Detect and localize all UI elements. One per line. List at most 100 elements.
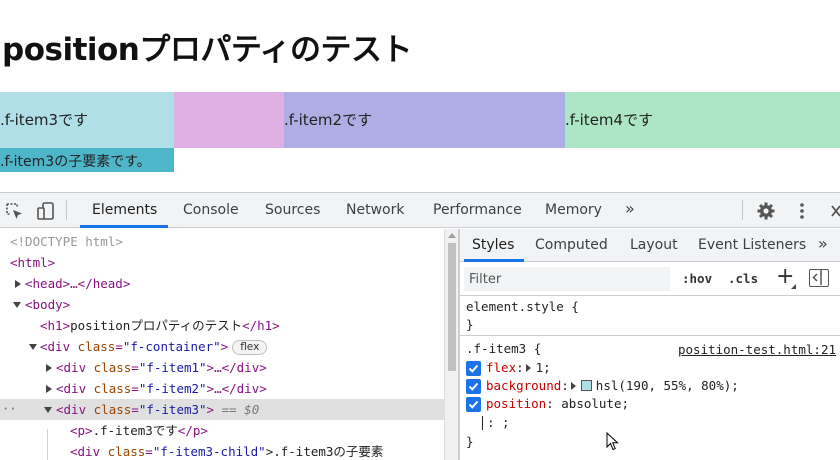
color-swatch-icon[interactable] [580, 380, 592, 391]
inspect-element-icon[interactable] [4, 201, 24, 221]
flex-item-3: .f-item3です [0, 92, 174, 148]
tab-event-listeners[interactable]: Event Listeners [698, 229, 806, 262]
flex-container: .f-item3です .f-item2です .f-item4です [0, 92, 840, 148]
attr-value: "f-item2" [138, 381, 207, 396]
p-open-tag: <p> [70, 423, 93, 438]
device-toolbar-icon[interactable] [36, 201, 56, 221]
expand-shorthand-icon[interactable] [525, 364, 531, 372]
h1-open-tag: <h1> [40, 318, 71, 333]
dom-node-p[interactable]: <p>.f-item3です</p> [0, 420, 444, 441]
element-style-rule: element.style { } [460, 296, 840, 336]
tab-elements[interactable]: Elements [92, 193, 157, 228]
attr-name: class [107, 444, 146, 459]
declaration-checkbox[interactable] [466, 397, 481, 412]
expand-shorthand-icon[interactable] [570, 382, 576, 390]
more-tabs-button[interactable]: » [625, 193, 635, 228]
div-tag: <div [70, 444, 101, 459]
collapse-arrow-icon[interactable] [29, 344, 37, 350]
child-text: >.f-item3の子要素 [265, 444, 384, 459]
attr-value: "f-item3-child" [152, 444, 266, 459]
dom-node-f-item1[interactable]: <div class="f-item1">…</div> [0, 357, 444, 378]
hov-button[interactable]: :hov [682, 271, 712, 286]
styles-more-tabs-button[interactable]: » [818, 229, 828, 262]
tree-indent-guide [47, 429, 48, 460]
dom-node-f-item3-selected[interactable]: ·· <div class="f-item3"> == $0 [0, 399, 444, 420]
tab-memory[interactable]: Memory [545, 193, 602, 228]
tab-sources[interactable]: Sources [265, 193, 320, 228]
dom-node-html[interactable]: <html> [0, 252, 444, 273]
p-text: .f-item3です [92, 423, 178, 438]
styles-filter-input[interactable] [464, 267, 670, 291]
expand-arrow-icon[interactable] [46, 385, 52, 393]
rule-close-brace: } [466, 434, 474, 449]
flex-item-2: .f-item2です [284, 92, 565, 148]
dom-node-f-item3-child[interactable]: <div class="f-item3-child">.f-item3の子要素 [0, 441, 444, 460]
declaration-position[interactable]: position: absolute; [486, 395, 629, 413]
editing-text[interactable]: : ; [487, 415, 510, 430]
close-icon[interactable] [826, 201, 840, 221]
property-name[interactable]: flex [486, 360, 516, 375]
dom-node-body[interactable]: <body> [0, 294, 444, 315]
new-rule-menu-corner-icon [791, 284, 796, 289]
dom-node-doctype[interactable]: <!DOCTYPE html> [0, 231, 444, 252]
body-tag: <body> [25, 297, 71, 312]
selected-node-marker: == $0 [221, 402, 260, 417]
declaration-background[interactable]: background: hsl(190, 55%, 80%); [486, 377, 739, 395]
flex-item-1 [174, 92, 284, 148]
collapse-arrow-icon[interactable] [13, 302, 21, 308]
text-caret [482, 416, 483, 430]
property-name[interactable]: position [486, 396, 546, 411]
declaration-flex[interactable]: flex: 1; [486, 359, 551, 377]
elements-tree: <!DOCTYPE html> <html> <head>…</head> <b… [0, 229, 444, 460]
toolbar-separator-right [742, 200, 743, 220]
tab-console[interactable]: Console [183, 193, 239, 228]
styles-pane: Styles Computed Layout Event Listeners »… [460, 229, 840, 460]
tab-layout[interactable]: Layout [630, 229, 678, 262]
dom-node-f-item2[interactable]: <div class="f-item2">…</div> [0, 378, 444, 399]
dom-node-f-container[interactable]: <div class="f-container"> flex [0, 336, 444, 357]
tag-rest: >…</div> [206, 381, 267, 396]
attr-name: class [77, 339, 116, 354]
rule-close-brace: } [466, 317, 474, 332]
declaration-checkbox[interactable] [466, 361, 481, 376]
expand-arrow-icon[interactable] [46, 364, 52, 372]
declaration-checkbox[interactable] [466, 379, 481, 394]
scroll-up-arrow-icon[interactable] [448, 233, 456, 238]
dom-node-h1[interactable]: <h1>positionプロパティのテスト</h1> [0, 315, 444, 336]
node-actions-dots[interactable]: ·· [2, 399, 16, 420]
tab-styles[interactable]: Styles [472, 229, 514, 262]
page-title: positionプロパティのテスト [2, 32, 413, 68]
rule-selector[interactable]: .f-item3 { [466, 340, 541, 358]
more-vertical-icon[interactable] [792, 201, 812, 221]
div-tag: <div [40, 339, 71, 354]
styles-tabbar: Styles Computed Layout Event Listeners » [460, 229, 840, 262]
devtools-tabbar: Elements Console Sources Network Perform… [0, 193, 840, 228]
tab-computed[interactable]: Computed [535, 229, 608, 262]
rule-source-link[interactable]: position-test.html:21 [678, 341, 836, 359]
property-name[interactable]: background [486, 378, 561, 393]
element-style-selector[interactable]: element.style { [466, 298, 579, 316]
tab-network[interactable]: Network [346, 193, 404, 228]
mouse-cursor-icon [606, 432, 619, 451]
collapse-arrow-icon[interactable] [44, 407, 52, 413]
cls-button[interactable]: .cls [728, 271, 758, 286]
property-value[interactable]: absolute; [561, 396, 629, 411]
toggle-sidebar-icon[interactable] [809, 269, 829, 287]
new-declaration-editor[interactable]: : ; [482, 414, 510, 432]
gear-icon[interactable] [756, 201, 776, 221]
attr-value: "f-item1" [138, 360, 207, 375]
div-tag: <div [56, 381, 87, 396]
flex-badge[interactable]: flex [232, 340, 268, 355]
h1-text: positionプロパティのテスト [70, 318, 243, 333]
expand-arrow-icon[interactable] [15, 280, 21, 288]
dom-node-head[interactable]: <head>…</head> [0, 273, 444, 294]
tab-performance[interactable]: Performance [433, 193, 522, 228]
property-value[interactable]: 1; [536, 360, 551, 375]
flex-item-3-child: .f-item3の子要素です。 [0, 148, 174, 172]
attr-name: class [93, 360, 132, 375]
tag-rest: >…</div> [206, 360, 267, 375]
property-value[interactable]: hsl(190, 55%, 80%); [596, 378, 739, 393]
elements-scrollbar[interactable] [444, 229, 458, 460]
active-tab-indicator [80, 225, 168, 228]
scroll-thumb[interactable] [448, 243, 456, 371]
